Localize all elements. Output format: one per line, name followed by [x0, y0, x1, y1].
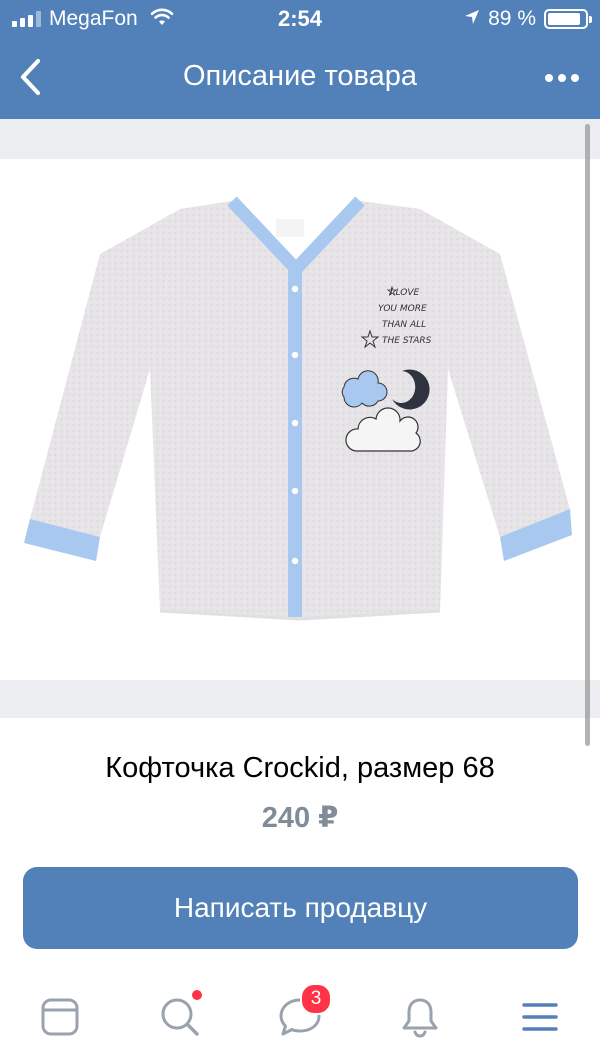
menu-icon: [522, 1003, 558, 1031]
contact-seller-button[interactable]: Написать продавцу: [23, 867, 578, 949]
scrollbar[interactable]: [585, 124, 590, 746]
app-header: MegaFon 2:54 89 % Описание товара: [0, 0, 600, 119]
search-icon: [161, 998, 199, 1036]
tab-notifications[interactable]: [396, 993, 444, 1041]
status-bar: MegaFon 2:54 89 %: [0, 0, 600, 38]
image-gallery-bottom-band: [0, 680, 600, 718]
tab-search[interactable]: [156, 990, 204, 1041]
bell-icon: [402, 998, 438, 1038]
print-text-line-2: YOU MORE: [378, 304, 427, 314]
print-text-line-1: I LOVE: [390, 288, 419, 298]
navigation-bar: Описание товара: [0, 38, 600, 119]
battery-percent: 89 %: [488, 7, 536, 30]
battery-icon: [544, 9, 592, 29]
product-price: 240 ₽: [261, 802, 339, 834]
messages-unread-badge: 3: [300, 983, 332, 1015]
search-notification-dot: [192, 990, 202, 1000]
status-right: 89 %: [464, 6, 592, 32]
image-gallery-top-band: [0, 119, 600, 159]
more-options-button[interactable]: [540, 60, 584, 96]
bottom-tab-bar: 3: [0, 975, 600, 1063]
cardigan-image: I LOVE YOU MORE THAN ALL THE STARS: [24, 196, 572, 621]
location-arrow-icon: [464, 9, 480, 30]
print-text-line-3: THAN ALL: [382, 320, 426, 330]
product-title: Кофточка Crockid, размер 68: [105, 752, 495, 784]
print-text-line-4: THE STARS: [382, 336, 432, 346]
news-feed-icon: [41, 998, 79, 1036]
product-photo[interactable]: I LOVE YOU MORE THAN ALL THE STARS: [0, 159, 600, 680]
battery-level: [548, 13, 580, 25]
tab-messages[interactable]: 3: [276, 983, 332, 1041]
tab-news[interactable]: [36, 993, 84, 1041]
tab-menu[interactable]: [516, 993, 564, 1041]
more-dots-icon: [545, 74, 553, 82]
page-title: Описание товара: [182, 60, 418, 92]
